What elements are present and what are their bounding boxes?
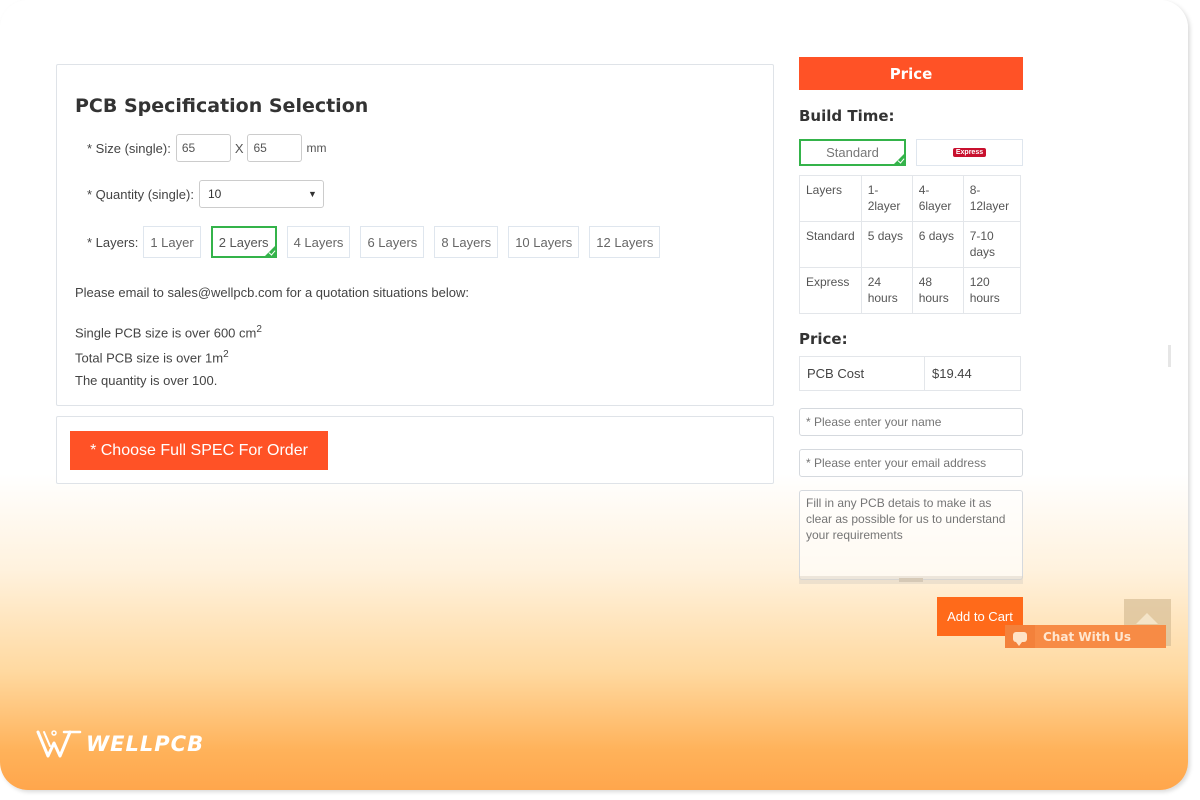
layer-option-label: 8 Layers	[441, 234, 492, 250]
layer-option-2[interactable]: 2 Layers	[210, 226, 277, 258]
price-title: Price:	[799, 330, 848, 348]
side-handle	[1168, 345, 1171, 367]
express-badge: Express	[952, 148, 987, 157]
condition-text: Single PCB size is over 600 cm	[75, 325, 257, 341]
logo-text: WELLPCB	[86, 732, 205, 756]
table-cell: 48 hours	[911, 267, 964, 314]
selected-check-icon	[894, 154, 904, 164]
price-sidebar: Price Build Time: Standard Express Layer…	[799, 57, 1023, 580]
size-height-input[interactable]	[247, 134, 303, 162]
quantity-label: * Quantity (single):	[87, 186, 194, 202]
scrollbar-thumb[interactable]	[899, 578, 923, 582]
layer-option-label: 6 Layers	[367, 234, 418, 250]
size-separator: X	[234, 140, 244, 156]
spec-panel: PCB Specification Selection * Size (sing…	[56, 64, 774, 406]
email-input[interactable]	[799, 449, 1023, 477]
table-cell: Layers	[799, 175, 862, 222]
build-time-title: Build Time:	[799, 107, 895, 125]
layer-option-label: 10 Layers	[515, 234, 573, 250]
cost-label: PCB Cost	[799, 356, 925, 391]
table-row: PCB Cost $19.44	[799, 356, 1021, 391]
table-cell: Standard	[799, 221, 862, 268]
cost-table: PCB Cost $19.44	[799, 356, 1021, 391]
layer-option-1[interactable]: 1 Layer	[143, 226, 201, 258]
condition-text: The quantity is over 100.	[75, 372, 218, 388]
build-time-options: Standard Express	[799, 139, 1023, 166]
layer-option-10[interactable]: 10 Layers	[508, 226, 580, 258]
layers-row: * Layers: 1 Layer 2 Layers 4 Layers 6 La…	[87, 226, 670, 258]
condition-item: Single PCB size is over 600 cm2	[75, 319, 262, 344]
layer-option-4[interactable]: 4 Layers	[286, 226, 351, 258]
chat-label: Chat With Us	[1043, 629, 1132, 644]
conditions-list: Single PCB size is over 600 cm2 Total PC…	[75, 319, 262, 392]
layer-option-label: 2 Layers	[218, 234, 269, 250]
table-cell: Express	[799, 267, 862, 314]
quotation-notice: Please email to sales@wellpcb.com for a …	[75, 285, 470, 300]
chat-icon-container	[1005, 625, 1035, 648]
chat-widget-button[interactable]: Chat With Us	[1005, 625, 1166, 648]
condition-sup: 2	[223, 349, 229, 361]
table-cell: 7-10 days	[962, 221, 1022, 268]
build-option-label: Standard	[826, 145, 879, 160]
wellpcb-logo-icon	[36, 730, 82, 758]
build-option-standard[interactable]: Standard	[799, 139, 906, 166]
layer-option-8[interactable]: 8 Layers	[434, 226, 499, 258]
condition-item: The quantity is over 100.	[75, 370, 262, 392]
layer-option-label: 1 Layer	[150, 234, 194, 250]
table-cell: 6 days	[911, 221, 964, 268]
quantity-select[interactable]: 10 ▼	[198, 180, 324, 208]
cost-value: $19.44	[924, 356, 1021, 391]
condition-item: Total PCB size is over 1m2	[75, 344, 262, 369]
quantity-row: * Quantity (single): 10 ▼	[87, 180, 324, 208]
table-cell: 5 days	[860, 221, 913, 268]
order-panel: * Choose Full SPEC For Order	[56, 416, 774, 484]
layer-option-label: 4 Layers	[293, 234, 344, 250]
size-unit: mm	[306, 141, 327, 155]
price-header: Price	[799, 57, 1023, 90]
condition-text: Total PCB size is over 1m	[75, 350, 224, 366]
table-cell: 4-6layer	[911, 175, 964, 222]
selected-check-icon	[264, 246, 275, 256]
build-option-express[interactable]: Express	[916, 139, 1023, 166]
layers-label: * Layers:	[87, 234, 139, 250]
choose-full-spec-button[interactable]: * Choose Full SPEC For Order	[70, 431, 328, 470]
table-cell: 1-2layer	[860, 175, 913, 222]
chevron-down-icon: ▼	[308, 189, 317, 199]
textarea-scrollbar[interactable]	[799, 576, 1023, 584]
layer-option-6[interactable]: 6 Layers	[360, 226, 425, 258]
condition-sup: 2	[256, 324, 262, 335]
size-label: * Size (single):	[87, 140, 171, 156]
table-row: Standard 5 days 6 days 7-10 days	[799, 221, 1022, 268]
details-textarea[interactable]	[799, 490, 1023, 580]
size-row: * Size (single): X mm	[87, 134, 326, 162]
build-time-table: Layers 1-2layer 4-6layer 8-12layer Stand…	[799, 175, 1022, 314]
layer-option-label: 12 Layers	[596, 234, 654, 250]
wellpcb-logo: WELLPCB	[36, 729, 204, 759]
page-card: PCB Specification Selection * Size (sing…	[0, 0, 1188, 790]
layer-option-12[interactable]: 12 Layers	[589, 226, 661, 258]
size-width-input[interactable]	[175, 134, 231, 162]
name-input[interactable]	[799, 408, 1023, 436]
table-cell: 8-12layer	[962, 175, 1022, 222]
table-row: Layers 1-2layer 4-6layer 8-12layer	[799, 175, 1022, 222]
quantity-value: 10	[207, 187, 222, 201]
spec-title: PCB Specification Selection	[75, 95, 369, 117]
chat-bubble-icon	[1013, 631, 1027, 646]
table-cell: 120 hours	[962, 267, 1022, 314]
table-row: Express 24 hours 48 hours 120 hours	[799, 267, 1022, 314]
table-cell: 24 hours	[860, 267, 913, 314]
